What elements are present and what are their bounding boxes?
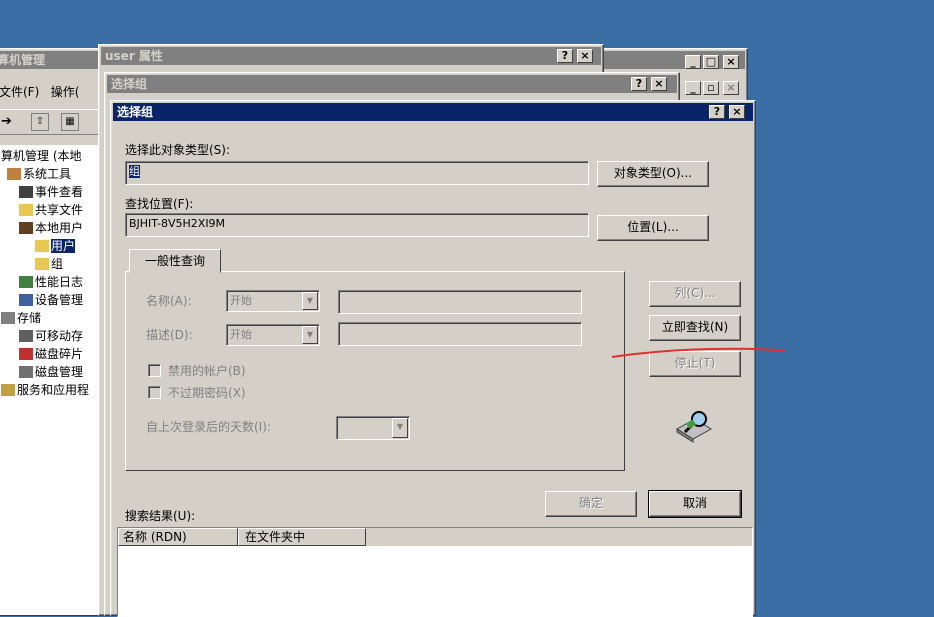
search-icon <box>673 407 715 443</box>
search-results-label: 搜索结果(U): <box>125 509 196 523</box>
location-label: 查找位置(F): <box>125 197 194 211</box>
column-header-name[interactable]: 名称 (RDN) <box>118 528 238 546</box>
computer-icon <box>19 294 33 306</box>
name-mode-dropdown: 开始 ▼ <box>226 290 320 312</box>
tree-item-perf-logs[interactable]: 性能日志 <box>19 273 83 291</box>
storage-icon <box>1 312 15 324</box>
minimize-button[interactable]: _ <box>685 55 701 69</box>
menu-action[interactable]: 操作( <box>51 85 80 99</box>
select-group-back-titlebar[interactable]: 选择组 <box>107 75 677 93</box>
defrag-icon <box>19 348 33 360</box>
help-button[interactable]: ? <box>631 77 647 91</box>
query-panel: 名称(A): 开始 ▼ 描述(D): 开始 ▼ 禁用的帐户(B) 不过期密码(X) … <box>125 271 625 471</box>
location-field: BJHIT-8V5H2XI9M <box>125 213 589 237</box>
tab-common-queries[interactable]: 一般性查询 <box>129 249 221 273</box>
maximize-button[interactable]: □ <box>703 55 719 69</box>
user-properties-titlebar[interactable]: user 属性 <box>101 47 601 65</box>
tree-item-groups[interactable]: 组 <box>35 255 63 273</box>
console-tree: 算机管理 (本地 系统工具 事件查看 共享文件 本地用户 用户 组 性能日志 设… <box>0 145 101 615</box>
cancel-button[interactable]: 取消 <box>648 490 742 518</box>
description-label: 描述(D): <box>146 328 193 342</box>
columns-button: 列(C)... <box>649 281 741 307</box>
disabled-accounts-checkbox <box>148 364 161 377</box>
close-button-2[interactable]: × <box>723 81 739 95</box>
tree-item-removable-storage[interactable]: 可移动存 <box>19 327 83 345</box>
help-button[interactable]: ? <box>709 105 725 119</box>
computer-management-window: 算机管理 文件(F) 操作( ➔ ⇧ ▦ 算机管理 (本地 系统工具 事件查看 … <box>0 48 102 616</box>
up-folder-icon[interactable]: ⇧ <box>31 113 49 131</box>
chevron-down-icon: ▼ <box>302 292 318 310</box>
object-type-label: 选择此对象类型(S): <box>125 143 231 157</box>
help-button[interactable]: ? <box>557 49 573 63</box>
folder-icon <box>35 258 49 270</box>
disk-icon <box>19 366 33 378</box>
computer-management-titlebar[interactable]: 算机管理 <box>0 51 99 69</box>
object-types-button[interactable]: 对象类型(O)... <box>597 161 709 187</box>
tree-item-event-viewer[interactable]: 事件查看 <box>19 183 83 201</box>
tree-item-disk-management[interactable]: 磁盘管理 <box>19 363 83 381</box>
tree-item-services-apps[interactable]: 服务和应用程 <box>1 381 89 399</box>
close-button[interactable]: × <box>723 55 739 69</box>
event-viewer-icon <box>19 186 33 198</box>
name-label: 名称(A): <box>146 294 192 308</box>
name-input <box>338 290 582 314</box>
toolbar: ➔ ⇧ ▦ <box>0 109 99 135</box>
results-header: 名称 (RDN) 在文件夹中 <box>118 528 752 546</box>
restore-button[interactable]: ▫ <box>703 81 719 95</box>
description-input <box>338 322 582 346</box>
window-title: 算机管理 <box>0 53 46 67</box>
column-header-folder[interactable]: 在文件夹中 <box>238 528 366 546</box>
show-hide-tree-icon[interactable]: ▦ <box>61 113 79 131</box>
dialog-titlebar[interactable]: 选择组 <box>113 103 753 121</box>
folder-icon <box>19 204 33 216</box>
non-expiring-password-checkbox <box>148 386 161 399</box>
menu-bar: 文件(F) 操作( <box>0 83 79 100</box>
search-results-list[interactable]: 名称 (RDN) 在文件夹中 <box>117 527 753 617</box>
performance-icon <box>19 276 33 288</box>
description-mode-dropdown: 开始 ▼ <box>226 324 320 346</box>
tree-item-system-tools[interactable]: 系统工具 <box>7 165 71 183</box>
close-button[interactable]: × <box>577 49 593 63</box>
tree-item-device-manager[interactable]: 设备管理 <box>19 291 83 309</box>
open-folder-icon <box>35 240 49 252</box>
tree-item-storage[interactable]: 存储 <box>1 309 41 327</box>
tools-icon <box>7 168 21 180</box>
locations-button[interactable]: 位置(L)... <box>597 215 709 241</box>
annotation-line <box>611 347 787 358</box>
close-button[interactable]: × <box>651 77 667 91</box>
non-expiring-password-label: 不过期密码(X) <box>168 386 246 400</box>
chevron-down-icon: ▼ <box>302 326 318 344</box>
tree-item-root[interactable]: 算机管理 (本地 <box>1 147 82 165</box>
services-icon <box>1 384 15 396</box>
users-icon <box>19 222 33 234</box>
days-since-logon-label: 自上次登录后的天数(I): <box>146 420 271 434</box>
object-type-field: 组 <box>125 161 589 185</box>
close-button[interactable]: × <box>729 105 745 119</box>
tree-item-local-users[interactable]: 本地用户 <box>19 219 83 237</box>
tree-item-users[interactable]: 用户 <box>35 237 76 255</box>
removable-storage-icon <box>19 330 33 342</box>
days-since-logon-dropdown: ▼ <box>336 416 410 440</box>
tree-item-defrag[interactable]: 磁盘碎片 <box>19 345 83 363</box>
chevron-down-icon: ▼ <box>392 418 408 438</box>
forward-icon[interactable]: ➔ <box>1 114 12 129</box>
tree-item-shared-folders[interactable]: 共享文件 <box>19 201 83 219</box>
find-now-button[interactable]: 立即查找(N) <box>649 315 741 341</box>
ok-button: 确定 <box>545 491 637 517</box>
minimize-button-2[interactable]: _ <box>685 81 701 95</box>
menu-file[interactable]: 文件(F) <box>0 85 39 99</box>
disabled-accounts-label: 禁用的帐户(B) <box>168 364 246 378</box>
